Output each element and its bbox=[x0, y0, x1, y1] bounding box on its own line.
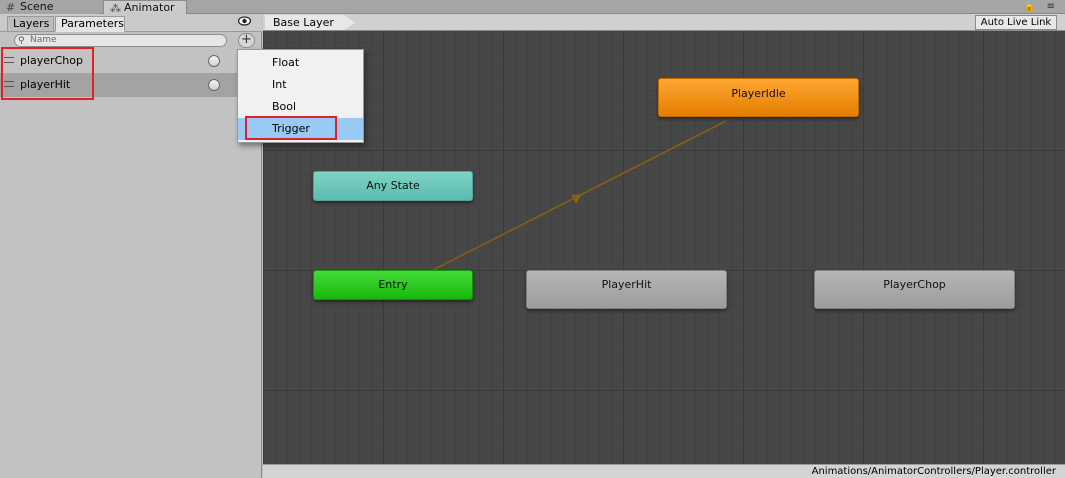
tab-parameters[interactable]: Parameters bbox=[55, 16, 125, 32]
state-node-entry[interactable]: Entry bbox=[313, 270, 473, 300]
breadcrumb[interactable]: Base Layer bbox=[265, 15, 355, 30]
window-options-icon[interactable]: 🔒 ≡ bbox=[1023, 1, 1059, 12]
controller-path: Animations/AnimatorControllers/Player.co… bbox=[811, 466, 1056, 477]
eye-icon[interactable] bbox=[238, 16, 251, 26]
status-bar: Animations/AnimatorControllers/Player.co… bbox=[263, 464, 1065, 478]
panel-tabs: Layers Parameters bbox=[0, 14, 262, 32]
menu-item-float[interactable]: Float bbox=[238, 52, 363, 74]
trigger-toggle[interactable] bbox=[208, 55, 220, 67]
state-node-any-state[interactable]: Any State bbox=[313, 171, 473, 201]
state-node-player-idle[interactable]: PlayerIdle bbox=[658, 78, 859, 117]
grid-icon: # bbox=[6, 1, 16, 14]
menu-item-bool[interactable]: Bool bbox=[238, 96, 363, 118]
add-parameter-button[interactable]: + bbox=[238, 33, 255, 48]
state-node-player-chop[interactable]: PlayerChop bbox=[814, 270, 1015, 309]
tab-animator[interactable]: ⁂ Animator bbox=[103, 0, 187, 15]
highlight-box bbox=[1, 47, 94, 100]
state-node-player-hit[interactable]: PlayerHit bbox=[526, 270, 727, 309]
search-icon: ⚲ bbox=[18, 36, 25, 46]
tab-layers[interactable]: Layers bbox=[7, 16, 54, 32]
trigger-toggle[interactable] bbox=[208, 79, 220, 91]
tab-scene-label: Scene bbox=[20, 0, 54, 13]
graph-header: Base Layer Auto Live Link bbox=[263, 14, 1065, 31]
tab-scene[interactable]: # Scene bbox=[0, 0, 100, 14]
search-input[interactable]: Name bbox=[14, 34, 227, 47]
highlight-box bbox=[245, 116, 337, 140]
window-tab-strip: # Scene ⁂ Animator 🔒 ≡ bbox=[0, 0, 1065, 15]
auto-live-link-button[interactable]: Auto Live Link bbox=[975, 15, 1057, 30]
tab-animator-label: Animator bbox=[124, 1, 175, 14]
animator-graph[interactable]: Base Layer Auto Live Link PlayerIdle Any… bbox=[263, 14, 1065, 464]
menu-item-int[interactable]: Int bbox=[238, 74, 363, 96]
